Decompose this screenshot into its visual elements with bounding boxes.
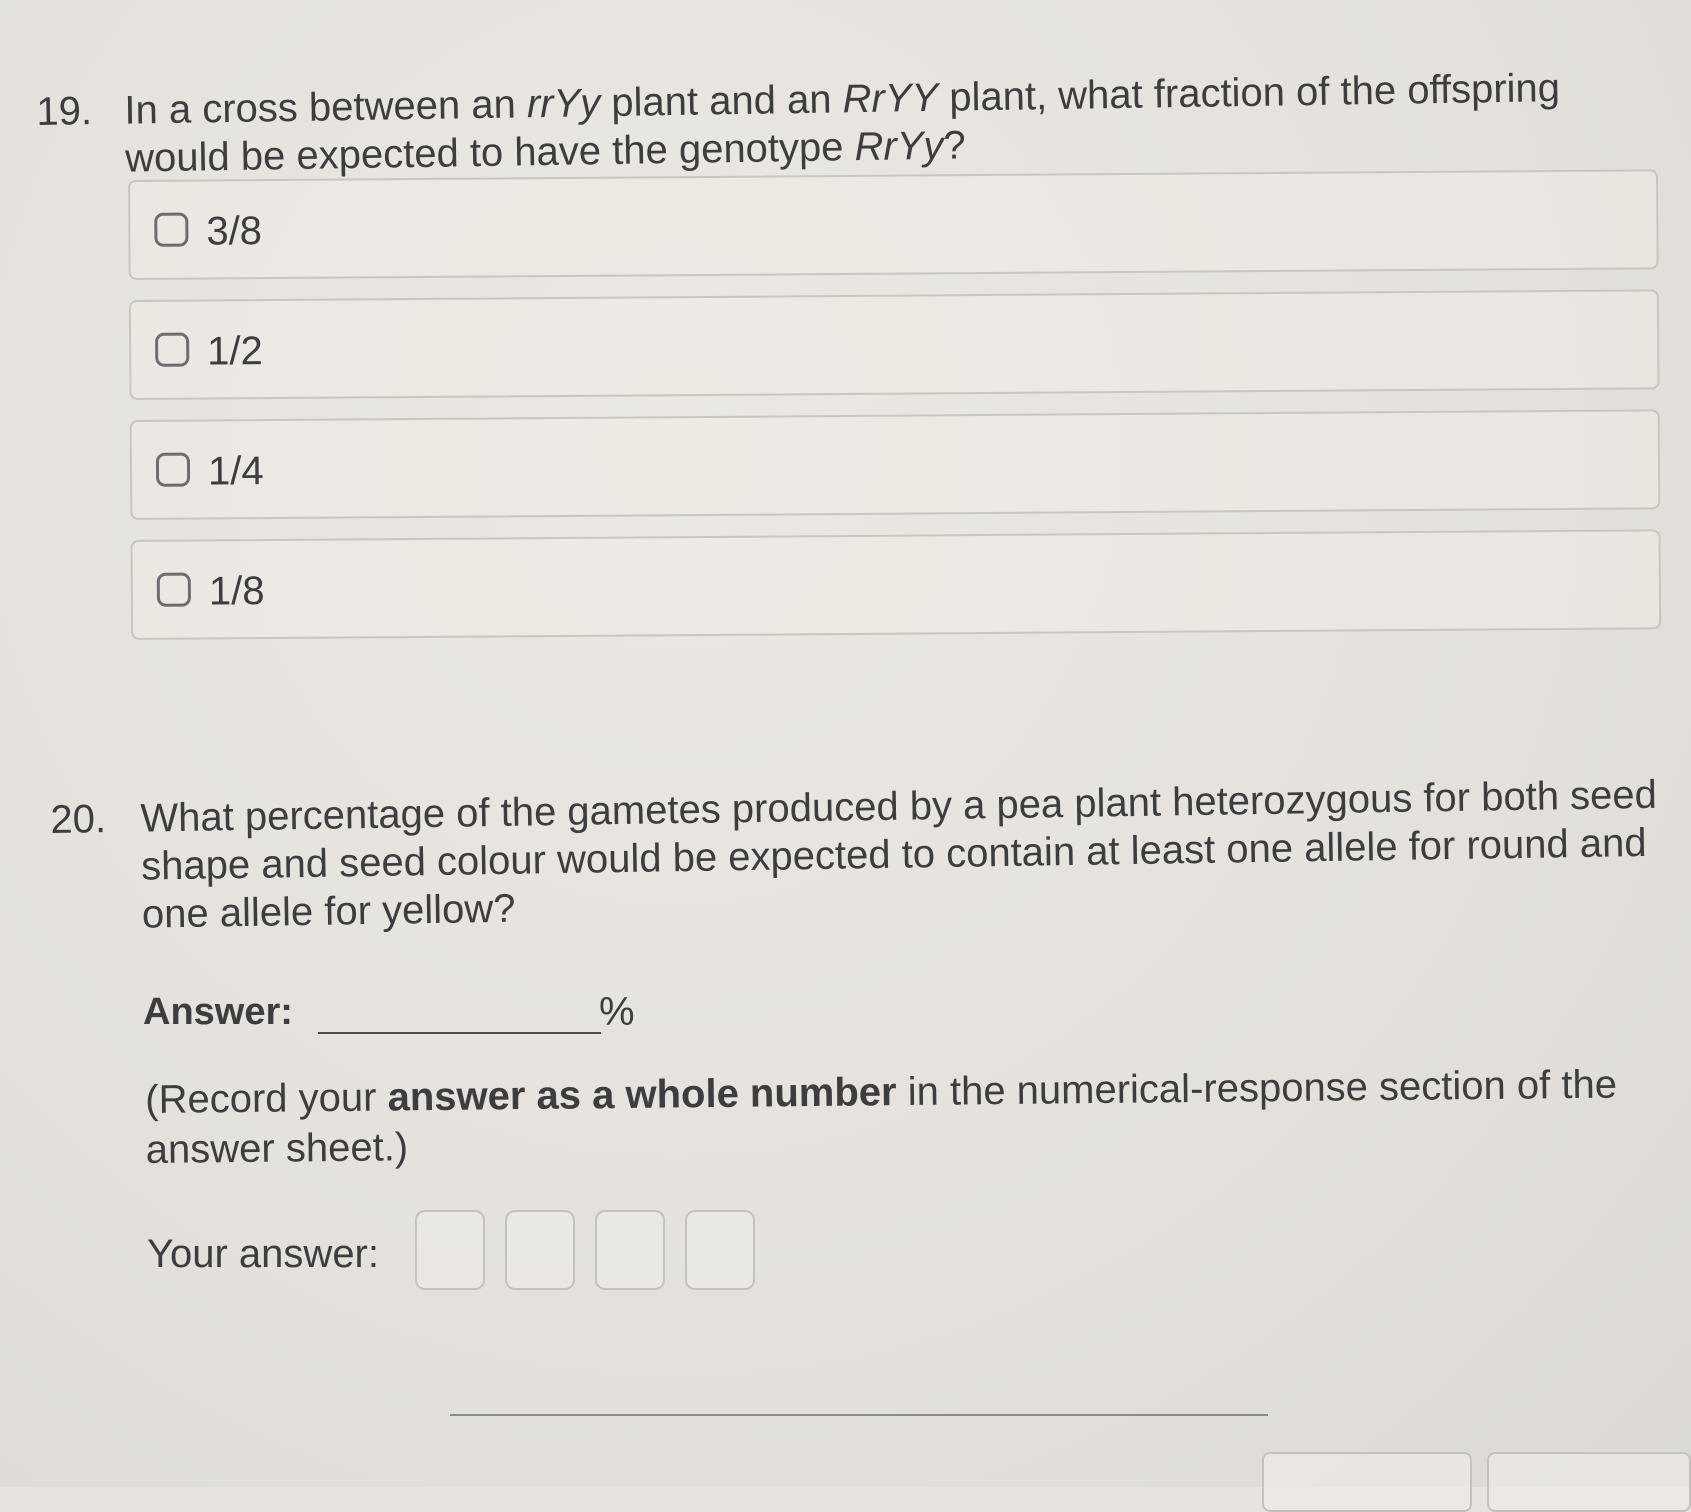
question-text: What percentage of the gametes produced … (140, 772, 1658, 937)
answer-options: 3/8 1/2 1/4 1/8 (128, 169, 1662, 660)
answer-blank-line (318, 1032, 601, 1034)
option-3-8[interactable]: 3/8 (128, 169, 1659, 280)
checkbox-icon[interactable] (155, 452, 191, 487)
next-button[interactable] (1487, 1452, 1691, 1512)
your-answer-row: Your answer: (147, 1210, 787, 1300)
option-label: 3/8 (206, 209, 263, 254)
digit-input-1[interactable] (415, 1210, 485, 1290)
digit-input-2[interactable] (505, 1210, 575, 1290)
option-1-4[interactable]: 1/4 (129, 409, 1661, 520)
option-1-2[interactable]: 1/2 (128, 289, 1660, 400)
option-label: 1/4 (207, 449, 264, 494)
checkbox-icon[interactable] (154, 212, 189, 247)
checkbox-icon[interactable] (156, 572, 191, 607)
question-number: 19. (36, 89, 93, 134)
record-instructions: (Record your answer as a whole number in… (145, 1062, 1618, 1172)
divider (450, 1414, 1268, 1416)
option-label: 1/8 (208, 569, 265, 614)
genotype: rrYy (526, 81, 601, 127)
genotype: RrYy (854, 123, 944, 170)
answer-label: Answer: (143, 991, 293, 1033)
genotype: RrYY (842, 75, 939, 122)
digit-input-3[interactable] (595, 1210, 665, 1290)
your-answer-label: Your answer: (147, 1232, 379, 1276)
answer-row: Answer: % (143, 990, 743, 1050)
checkbox-icon[interactable] (155, 332, 190, 367)
option-1-8[interactable]: 1/8 (130, 529, 1662, 640)
percent-unit: % (599, 990, 635, 1034)
option-label: 1/2 (207, 329, 263, 374)
previous-button[interactable] (1262, 1452, 1472, 1512)
question-number: 20. (50, 797, 107, 842)
digit-input-4[interactable] (685, 1210, 755, 1290)
